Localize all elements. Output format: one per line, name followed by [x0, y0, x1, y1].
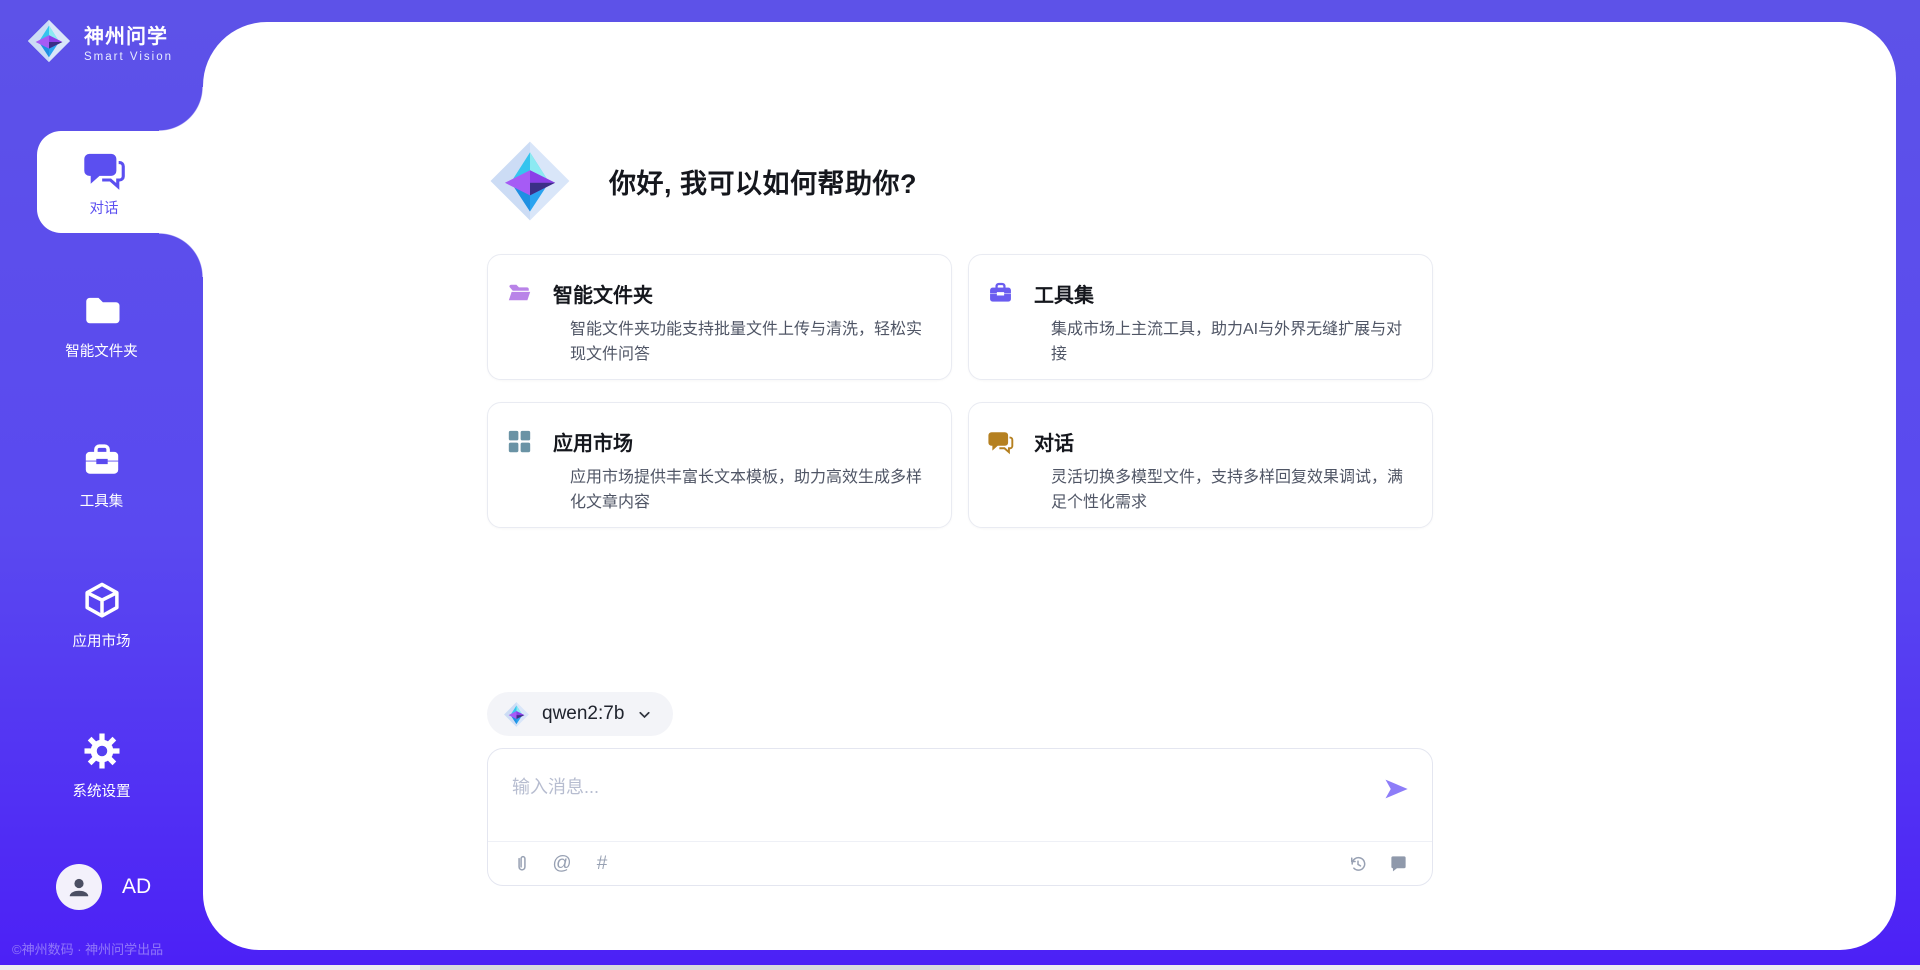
card-description: 应用市场提供丰富长文本模板，助力高效生成多样化文章内容 — [570, 466, 927, 516]
card-description: 灵活切换多模型文件，支持多样回复效果调试，满足个性化需求 — [1051, 466, 1408, 516]
sidebar-item-smart-folder[interactable]: 智能文件夹 — [0, 283, 203, 367]
toolbox-icon — [987, 280, 1014, 307]
brand-subtitle: Smart Vision — [84, 51, 173, 63]
user-initials: AD — [122, 875, 151, 899]
brand-name: 神州问学 — [84, 20, 173, 49]
sidebar-item-label: 应用市场 — [73, 630, 131, 651]
send-icon — [1382, 775, 1410, 803]
attach-file-button[interactable] — [510, 852, 534, 876]
sidebar-footer: ©神州数码 · 神州问学出品 — [12, 939, 202, 958]
user-account[interactable]: AD — [56, 864, 151, 910]
chat-icon — [987, 428, 1014, 455]
main-content: 你好, 我可以如何帮助你? 智能文件夹 智能文件夹功能支持批量文件上传与清洗，轻… — [487, 0, 1433, 886]
sidebar-item-label: 对话 — [90, 197, 119, 218]
card-toolset[interactable]: 工具集 集成市场上主流工具，助力AI与外界无缝扩展与对接 — [968, 254, 1433, 380]
greeting-title: 你好, 我可以如何帮助你? — [609, 162, 917, 201]
avatar — [56, 864, 102, 910]
logo-diamond-icon — [26, 18, 72, 64]
model-name: qwen2:7b — [542, 703, 624, 725]
folder-icon — [81, 290, 123, 332]
folder-icon — [506, 280, 533, 307]
mention-button[interactable]: @ — [550, 852, 574, 876]
hashtag-button[interactable]: # — [590, 852, 614, 876]
card-title: 应用市场 — [553, 427, 633, 456]
card-chat[interactable]: 对话 灵活切换多模型文件，支持多样回复效果调试，满足个性化需求 — [968, 402, 1433, 528]
mention-icon: @ — [552, 853, 571, 875]
card-app-market[interactable]: 应用市场 应用市场提供丰富长文本模板，助力高效生成多样化文章内容 — [487, 402, 952, 528]
sidebar-item-toolset[interactable]: 工具集 — [0, 433, 203, 517]
sidebar-item-app-market[interactable]: 应用市场 — [0, 573, 203, 657]
sidebar-item-label: 工具集 — [80, 490, 124, 511]
toolbox-icon — [81, 440, 123, 482]
hashtag-icon: # — [597, 853, 608, 875]
sidebar-item-label: 系统设置 — [73, 780, 131, 801]
logo-diamond-icon — [503, 701, 530, 728]
composer-toolbar: @ # — [488, 841, 1432, 885]
person-icon — [62, 870, 96, 904]
card-description: 智能文件夹功能支持批量文件上传与清洗，轻松实现文件问答 — [570, 318, 927, 368]
comment-button[interactable] — [1386, 852, 1410, 876]
gear-icon — [81, 730, 123, 772]
message-input[interactable] — [512, 767, 1352, 807]
tab-scoop-top — [159, 87, 203, 131]
chat-icon — [82, 147, 126, 191]
grid-icon — [506, 428, 533, 455]
horizontal-scrollbar[interactable] — [0, 965, 1920, 970]
card-title: 工具集 — [1034, 279, 1094, 308]
sidebar-item-settings[interactable]: 系统设置 — [0, 723, 203, 807]
greeting-block: 你好, 我可以如何帮助你? — [487, 138, 1433, 224]
scrollbar-thumb[interactable] — [420, 965, 980, 970]
history-button[interactable] — [1346, 852, 1370, 876]
logo-diamond-icon — [487, 138, 573, 224]
feature-cards: 智能文件夹 智能文件夹功能支持批量文件上传与清洗，轻松实现文件问答 工具集 集成… — [487, 254, 1433, 528]
tab-scoop-bottom — [159, 233, 203, 277]
chevron-down-icon — [636, 706, 653, 723]
card-title: 对话 — [1034, 427, 1074, 456]
comment-icon — [1389, 854, 1408, 873]
card-smart-folder[interactable]: 智能文件夹 智能文件夹功能支持批量文件上传与清洗，轻松实现文件问答 — [487, 254, 952, 380]
message-composer: @ # — [487, 748, 1433, 886]
card-title: 智能文件夹 — [553, 279, 653, 308]
brand: 神州问学 Smart Vision — [26, 18, 173, 64]
history-icon — [1348, 854, 1368, 874]
card-description: 集成市场上主流工具，助力AI与外界无缝扩展与对接 — [1051, 318, 1408, 368]
sidebar-item-chat[interactable]: 对话 — [37, 131, 207, 233]
attachment-icon — [512, 854, 532, 874]
sidebar-item-label: 智能文件夹 — [65, 340, 138, 361]
cube-icon — [81, 580, 123, 622]
model-selector[interactable]: qwen2:7b — [487, 692, 673, 736]
send-button[interactable] — [1382, 775, 1410, 803]
